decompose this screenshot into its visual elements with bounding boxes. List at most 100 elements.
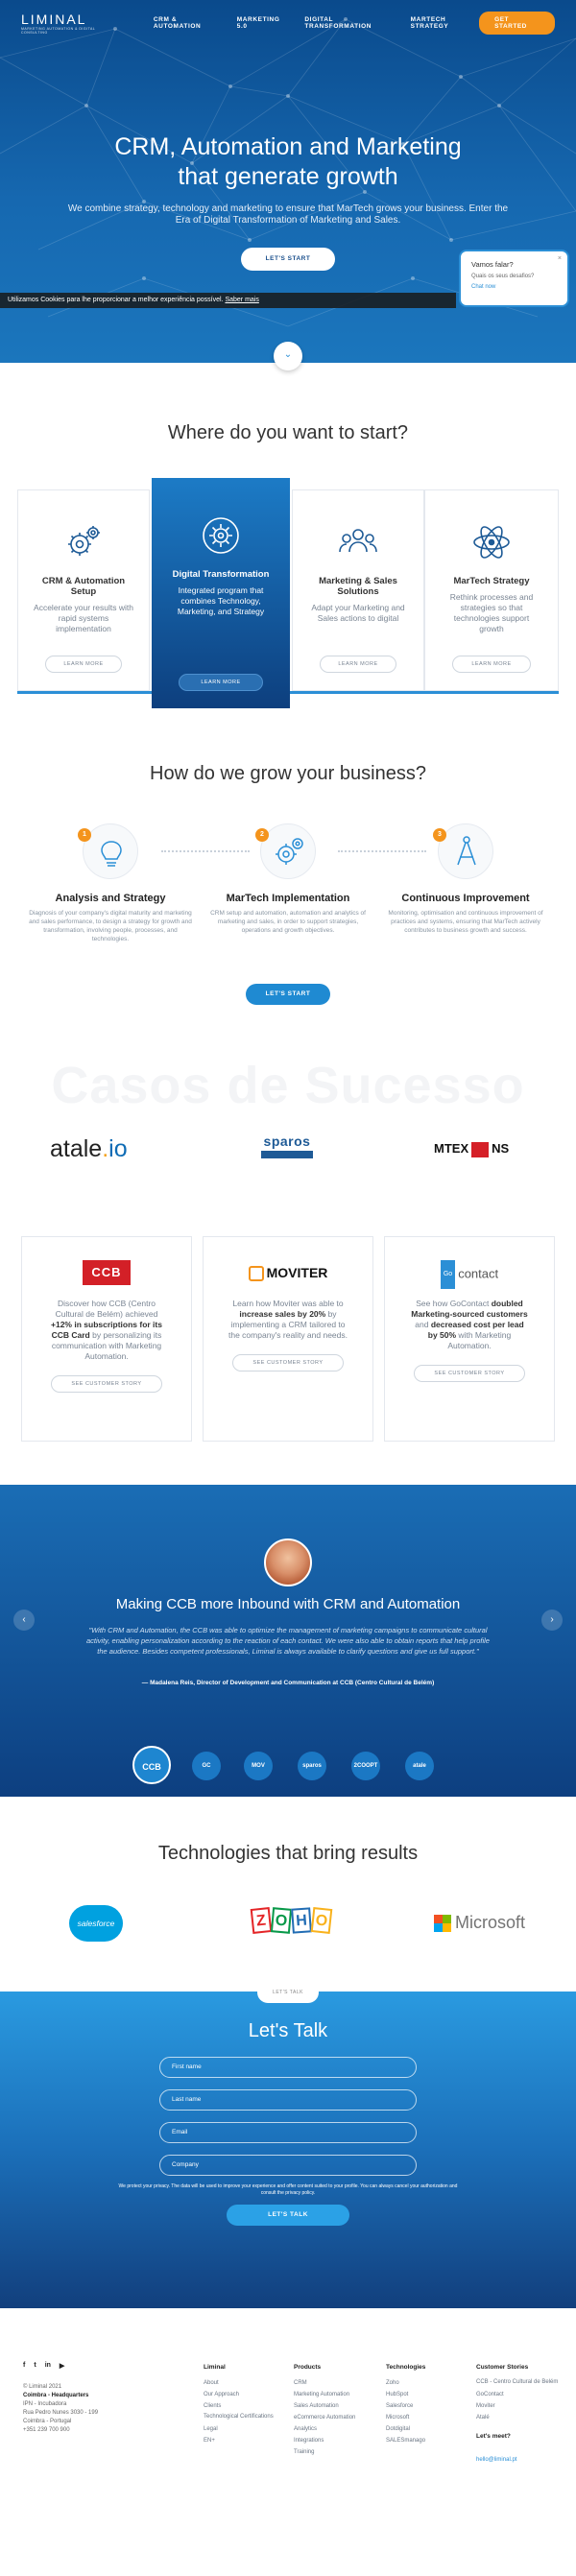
phone[interactable]: +351 239 700 900 — [23, 2426, 98, 2435]
learn-more-button[interactable]: LEARN MORE — [179, 674, 263, 691]
brain-gear-icon — [203, 517, 239, 554]
start-card-crm[interactable]: CRM & Automation Setup Accelerate your r… — [17, 489, 150, 691]
salesforce-logo: salesforce — [69, 1905, 123, 1942]
gears-icon — [68, 526, 100, 556]
nav-link-martech-strategy[interactable]: MARTECH STRATEGY — [411, 16, 480, 30]
footer-link[interactable]: Sales Automation — [294, 2400, 380, 2412]
step-improvement: 3 Continuous Improvement Monitoring, opt… — [384, 823, 547, 935]
thumb-ccb[interactable]: CCB — [132, 1746, 171, 1784]
thumb-gocontact[interactable]: GC — [192, 1752, 221, 1780]
slider-next-icon[interactable]: › — [541, 1610, 563, 1631]
moviter-logo: MOVITER — [248, 1260, 327, 1285]
facebook-icon[interactable]: f — [23, 2362, 25, 2370]
learn-more-button[interactable]: LEARN MORE — [45, 656, 122, 673]
mtex-logo-mark — [471, 1141, 490, 1157]
last-name-field[interactable]: Last name — [159, 2089, 417, 2111]
hero-title-line2: that generate growth — [178, 163, 398, 190]
footer-link[interactable]: Integrations — [294, 2435, 380, 2446]
start-card-digital-transformation[interactable]: Digital Transformation Integrated progra… — [152, 478, 290, 708]
footer-link[interactable]: Microsoft — [386, 2412, 463, 2423]
zoho-letter: H — [291, 1907, 312, 1934]
cases-background-title: Casos de Sucesso — [51, 1057, 525, 1114]
learn-more-button[interactable]: LEARN MORE — [452, 656, 531, 673]
get-started-button[interactable]: GET STARTED — [479, 12, 555, 35]
zoho-letter: Z — [250, 1907, 273, 1934]
start-card-title: Digital Transformation — [172, 569, 270, 580]
case-card-ccb: CCB Discover how CCB (Centro Cultural de… — [21, 1236, 192, 1442]
cookie-text: Utilizamos Cookies para lhe proporcionar… — [8, 297, 224, 303]
footer-link[interactable]: Training — [294, 2446, 380, 2458]
hero-lets-start-button[interactable]: LET'S START — [241, 248, 335, 271]
footer-link[interactable]: eCommerce Automation — [294, 2412, 380, 2423]
start-card-martech[interactable]: MarTech Strategy Rethink processes and s… — [424, 489, 559, 691]
footer-link[interactable]: CCB - Centro Cultural de Belém — [476, 2377, 563, 2389]
twitter-icon[interactable]: t — [34, 2362, 36, 2370]
see-customer-story-button[interactable]: SEE CUSTOMER STORY — [232, 1354, 344, 1371]
case-text-highlight: increase sales by 20% — [239, 1309, 326, 1319]
learn-more-button[interactable]: LEARN MORE — [320, 656, 396, 673]
footer-link[interactable]: SALESmanago — [386, 2435, 463, 2446]
cookie-learn-more-link[interactable]: Saber mais — [225, 297, 258, 303]
step-number: 1 — [78, 828, 91, 842]
chat-question: Quais os seus desafios? — [471, 274, 535, 279]
case-logo: Go contact — [385, 1260, 554, 1289]
footer-link[interactable]: Salesforce — [386, 2400, 463, 2412]
footer-link[interactable]: GoContact — [476, 2389, 563, 2400]
chat-widget[interactable]: Vamos falar? Quais os seus desafios? Cha… — [459, 250, 569, 307]
footer-link[interactable]: Atalé — [476, 2412, 563, 2423]
footer-link[interactable]: Zoho — [386, 2377, 463, 2389]
scroll-down-icon[interactable]: ⌄ — [274, 342, 302, 370]
footer-link[interactable]: CRM — [294, 2377, 380, 2389]
footer-link[interactable]: EN+ — [204, 2435, 280, 2446]
logo-tagline: MARKETING AUTOMATION & DIGITAL CONSULTIN… — [21, 27, 96, 35]
footer-link[interactable]: Dotdigital — [386, 2423, 463, 2435]
nav-links: CRM & AUTOMATION MARKETING 5.0 DIGITAL T… — [154, 16, 479, 30]
footer-link[interactable]: About — [204, 2377, 280, 2389]
moviter-logo-mark — [248, 1266, 264, 1282]
see-customer-story-button[interactable]: SEE CUSTOMER STORY — [51, 1375, 162, 1393]
linkedin-icon[interactable]: in — [45, 2362, 51, 2370]
liminal-logo[interactable]: LIMINAL MARKETING AUTOMATION & DIGITAL C… — [21, 12, 115, 35]
grow-lets-start-button[interactable]: LET'S START — [246, 984, 330, 1005]
see-customer-story-button[interactable]: SEE CUSTOMER STORY — [414, 1365, 525, 1382]
zoho-letter: O — [310, 1907, 333, 1934]
footer-link[interactable]: Analytics — [294, 2423, 380, 2435]
case-text: Discover how CCB (Centro Cultural de Bel… — [22, 1299, 191, 1362]
step-number: 3 — [433, 828, 446, 842]
first-name-field[interactable]: First name — [159, 2057, 417, 2078]
footer-link[interactable]: Marketing Automation — [294, 2389, 380, 2400]
footer-col-technologies: Technologies Zoho HubSpot Salesforce Mic… — [386, 2362, 463, 2446]
testimonial-author: — Madalena Reis, Director of Development… — [141, 1680, 435, 1686]
chat-close-icon[interactable]: × — [558, 255, 562, 262]
lets-talk-tab[interactable]: LET'S TALK — [257, 1982, 319, 2003]
footer-link[interactable]: HubSpot — [386, 2389, 463, 2400]
footer-link[interactable]: Technological Certifications — [204, 2412, 280, 2423]
thumb-sparos[interactable]: sparos — [298, 1752, 326, 1780]
slider-prev-icon[interactable]: ‹ — [13, 1610, 35, 1631]
email-field[interactable]: Email — [159, 2122, 417, 2143]
contact-section: LET'S TALK Let's Talk First name Last na… — [0, 1982, 576, 2308]
nav-link-crm-automation[interactable]: CRM & AUTOMATION — [154, 16, 220, 30]
start-card-marketing-sales[interactable]: Marketing & Sales Solutions Adapt your M… — [292, 489, 424, 691]
footer-email-link[interactable]: hello@liminal.pt — [476, 2454, 563, 2466]
start-card-text: Rethink processes and strategies so that… — [449, 592, 534, 633]
footer-link[interactable]: Clients — [204, 2400, 280, 2412]
footer-link[interactable]: Legal — [204, 2423, 280, 2435]
thumb-atale[interactable]: atale — [405, 1752, 434, 1780]
footer-col-products: Products CRM Marketing Automation Sales … — [294, 2362, 380, 2458]
thumb-moviter[interactable]: MOV — [244, 1752, 273, 1780]
thumb-2coopt[interactable]: 2COOPT — [351, 1752, 380, 1780]
step-text: CRM setup and automation, automation and… — [210, 910, 366, 934]
testimonial-avatar — [264, 1538, 312, 1586]
case-logo: CCB — [22, 1260, 191, 1287]
footer-link[interactable]: Our Approach — [204, 2389, 280, 2400]
sparos-logo-text: sparos — [263, 1133, 311, 1149]
nav-link-marketing-5[interactable]: MARKETING 5.0 — [237, 16, 288, 30]
office-name: Coimbra - Headquarters — [23, 2393, 89, 2398]
company-field[interactable]: Company — [159, 2155, 417, 2176]
footer-link[interactable]: Moviter — [476, 2400, 563, 2412]
nav-link-digital-transformation[interactable]: DIGITAL TRANSFORMATION — [304, 16, 393, 30]
lets-talk-submit-button[interactable]: LET'S TALK — [227, 2205, 349, 2226]
youtube-icon[interactable]: ▶ — [60, 2362, 64, 2370]
chat-now-link[interactable]: Chat now — [471, 284, 557, 290]
